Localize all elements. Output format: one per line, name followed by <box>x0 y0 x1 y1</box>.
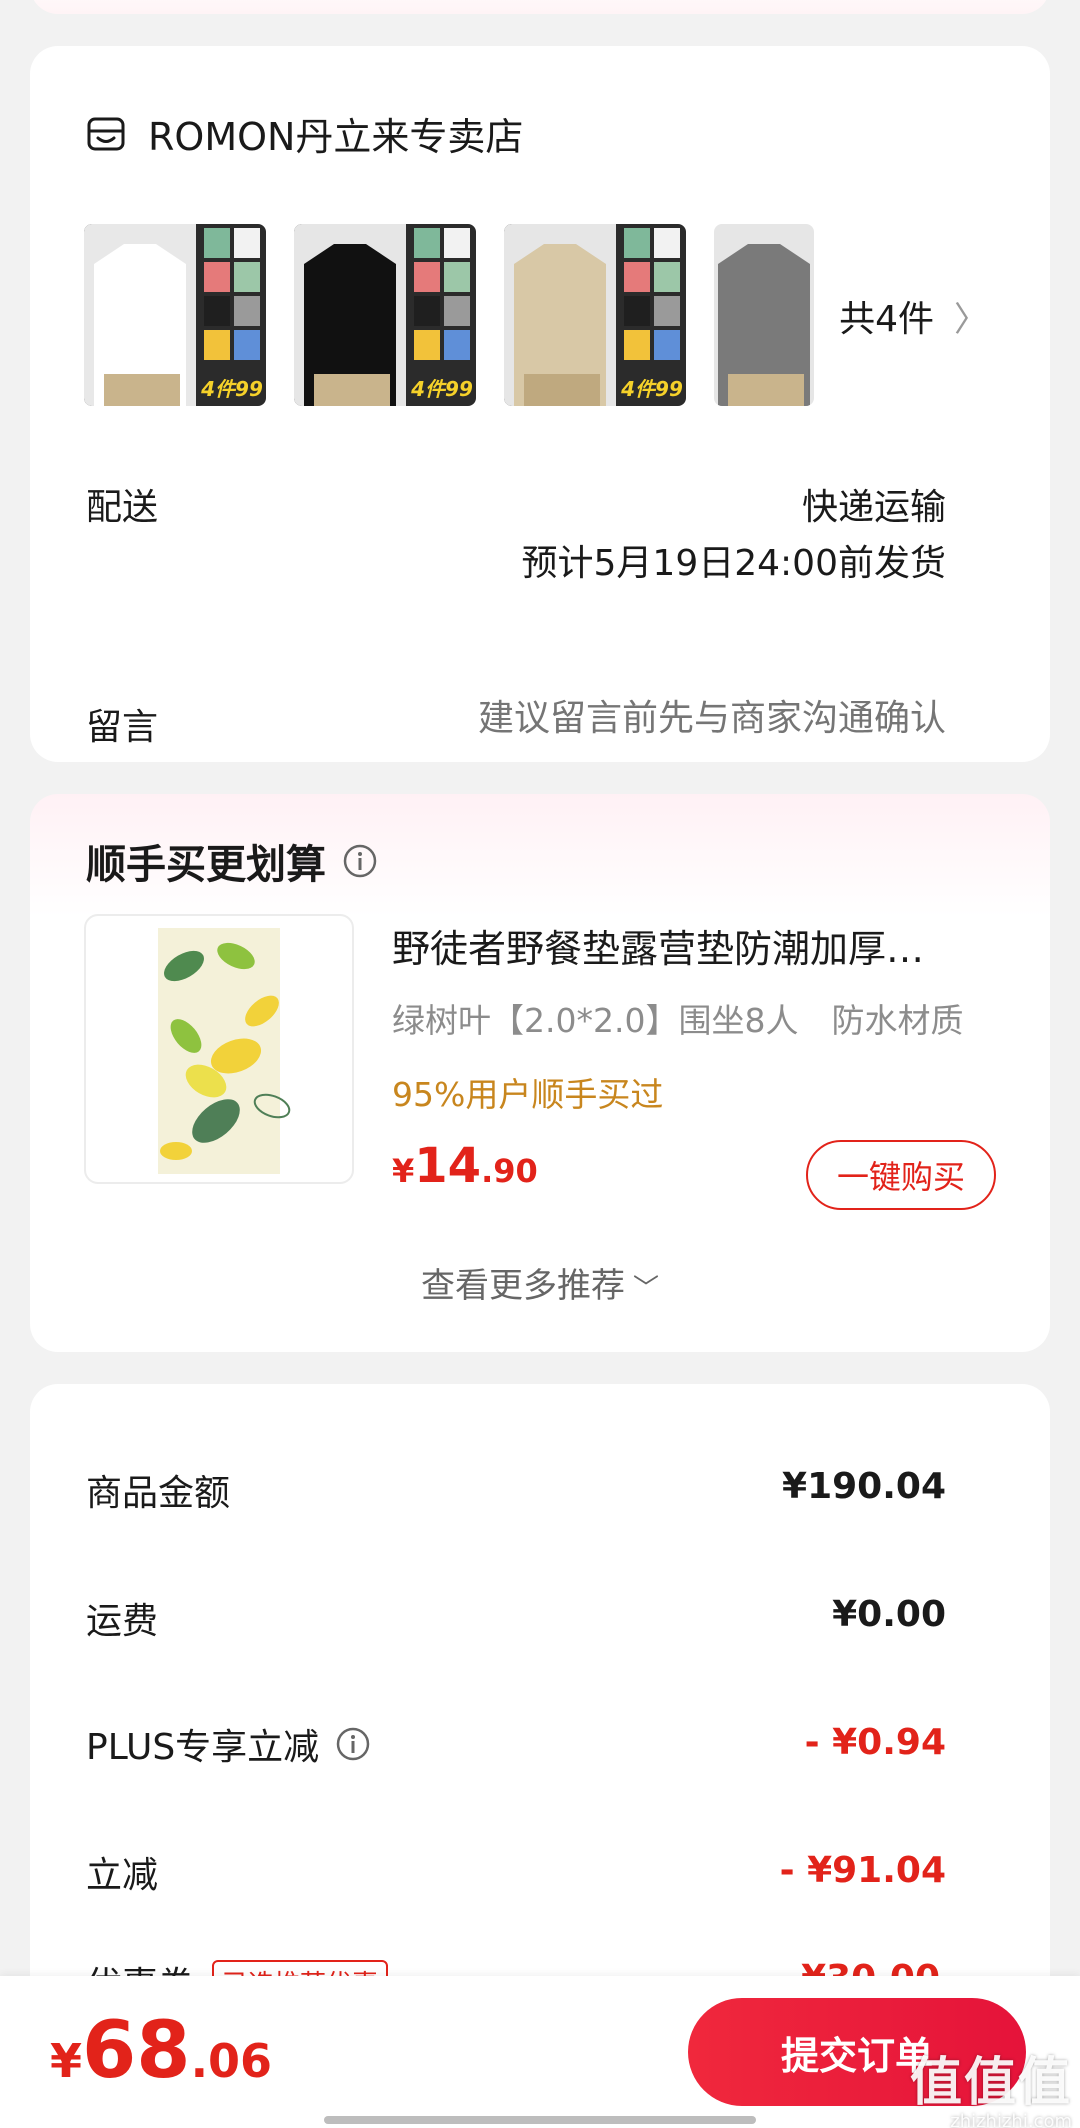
price-symbol: ¥ <box>392 1152 415 1190</box>
product-thumb-white-tshirt[interactable]: 4件99 <box>84 224 266 406</box>
item-count-link[interactable]: 共4件 〉 <box>839 290 988 342</box>
total-integer: 68 <box>82 2006 191 2096</box>
thumb-badge: 4件99 <box>410 377 473 401</box>
recommend-product-image[interactable] <box>84 914 354 1184</box>
more-recommendations-label: 查看更多推荐 <box>420 1266 625 1306</box>
info-icon[interactable] <box>335 1726 371 1762</box>
chevron-right-icon: 〉 <box>954 299 988 340</box>
shipping-method[interactable]: 快递运输 <box>802 478 946 530</box>
recommend-product-spec: 绿树叶【2.0*2.0】围坐8人 防水材质 <box>392 1001 964 1040</box>
product-thumb-grey-tshirt[interactable] <box>714 224 814 406</box>
thumb-badge: 4件99 <box>200 377 263 401</box>
recommend-social-proof: 95%用户顺手买过 <box>392 1075 664 1114</box>
watermark-logo: 值值值 <box>909 2053 1072 2113</box>
previous-card-edge <box>30 0 1050 14</box>
product-thumb-khaki-tshirt[interactable]: 4件99 <box>504 224 686 406</box>
recommend-title-text: 顺手买更划算 <box>86 842 326 888</box>
recommend-product-name[interactable]: 野徒者野餐垫露营垫防潮加厚… <box>392 918 992 973</box>
chevron-down-icon: ﹀ <box>632 1274 659 1304</box>
freight-value: ¥0.00 <box>832 1594 946 1635</box>
goods-amount-label: 商品金额 <box>86 1473 231 1514</box>
total-decimal: .06 <box>190 2034 273 2088</box>
message-input[interactable] <box>386 698 946 739</box>
plus-discount-value: - ¥0.94 <box>804 1722 946 1763</box>
recommend-title: 顺手买更划算 <box>86 832 378 890</box>
product-thumb-black-tshirt[interactable]: 4件99 <box>294 224 476 406</box>
message-label: 留言 <box>86 707 159 748</box>
price-decimal: .90 <box>481 1152 538 1190</box>
more-recommendations-link[interactable]: 查看更多推荐 ﹀ <box>30 1258 1050 1307</box>
store-header[interactable]: ROMON丹立来专卖店 <box>86 106 523 161</box>
instant-discount-value: - ¥91.04 <box>779 1850 946 1891</box>
goods-amount-value: ¥190.04 <box>782 1466 946 1507</box>
plus-discount-label: PLUS专享立减 <box>86 1727 320 1768</box>
price-integer: 14 <box>414 1138 482 1194</box>
recommend-price: ¥14.90 <box>392 1138 538 1194</box>
order-total: ¥68.06 <box>50 2006 272 2096</box>
store-icon <box>87 117 125 150</box>
recommend-card: 顺手买更划算 野徒者野餐垫露营垫防潮加厚… 绿树叶【2.0*2.0】围坐8人 防… <box>30 794 1050 1352</box>
total-symbol: ¥ <box>50 2034 83 2088</box>
info-icon[interactable] <box>342 843 378 879</box>
thumb-badge: 4件99 <box>620 377 683 401</box>
item-count: 共4件 <box>839 299 934 340</box>
instant-discount-label: 立减 <box>86 1855 159 1896</box>
product-thumbnails[interactable]: 4件99 4件99 4件99 <box>84 224 842 406</box>
store-order-card: ROMON丹立来专卖店 4件99 4件99 4件99 共4件 〉 配送 快递运输… <box>30 46 1050 762</box>
plus-discount-row: PLUS专享立减 <box>86 1718 371 1770</box>
shipping-eta: 预计5月19日24:00前发货 <box>521 543 946 584</box>
home-indicator[interactable] <box>324 2116 756 2124</box>
one-click-buy-button[interactable]: 一键购买 <box>806 1140 996 1210</box>
shipping-label: 配送 <box>86 487 159 528</box>
site-watermark: 值值值 zhizhizhi.com <box>910 2040 1072 2128</box>
freight-label: 运费 <box>86 1601 159 1642</box>
store-name: ROMON丹立来专卖店 <box>148 115 524 159</box>
